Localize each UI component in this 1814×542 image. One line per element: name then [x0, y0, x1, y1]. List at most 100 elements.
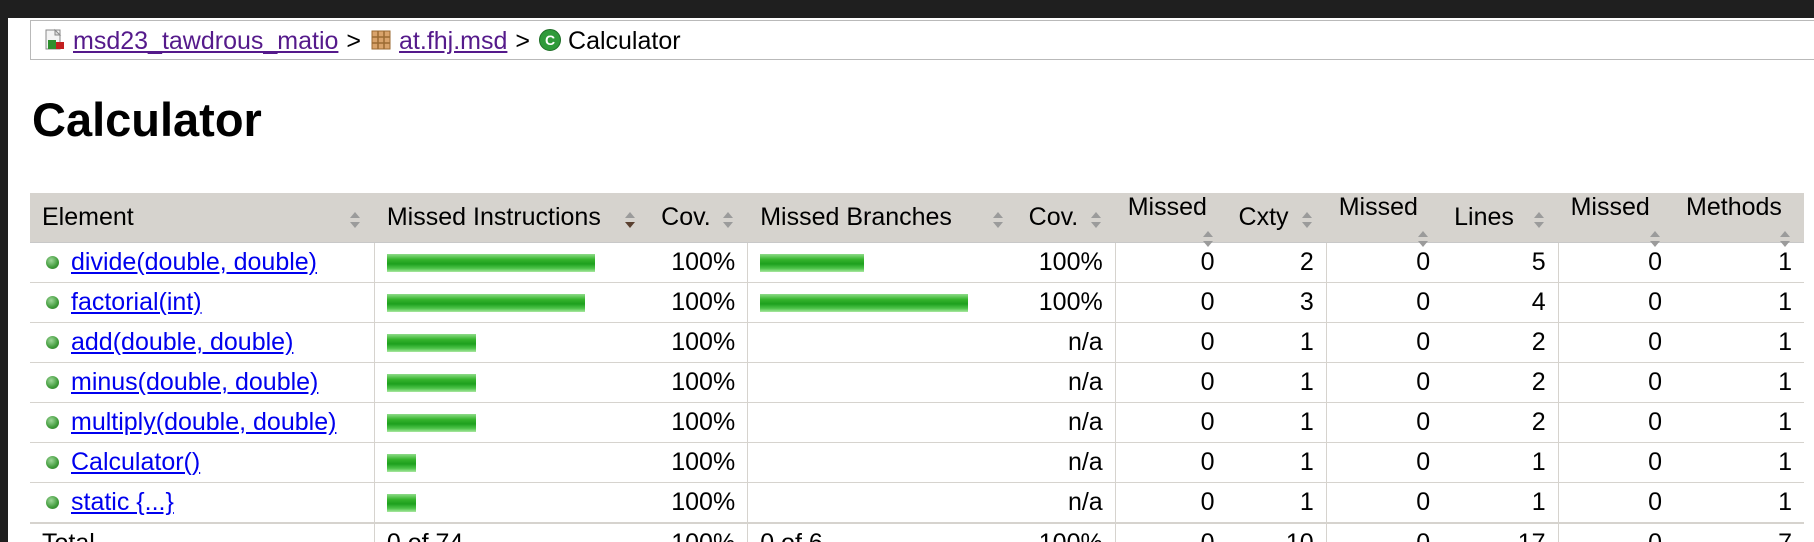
method-covered-icon	[46, 495, 59, 509]
missed-lines: 0	[1325, 362, 1443, 403]
missed-lines: 0	[1325, 402, 1443, 443]
total-branches: 0 of 6	[747, 521, 1017, 542]
method-link[interactable]: minus(double, double)	[71, 368, 318, 396]
method-link[interactable]: factorial(int)	[71, 288, 202, 316]
method-covered-icon	[46, 455, 59, 469]
class-icon: C	[539, 29, 562, 52]
instructions-bar-cell	[373, 482, 650, 523]
lines: 2	[1442, 362, 1559, 403]
missed-methods: 0	[1557, 282, 1675, 323]
column-header-cxty[interactable]: Cxty	[1226, 193, 1327, 243]
element-cell: add(double, double)	[30, 322, 375, 363]
instructions-cov: 100%	[649, 282, 748, 323]
instructions-coverage-bar	[386, 294, 585, 313]
page-title: Calculator	[32, 93, 262, 146]
table-header-row: Element Missed Instructions Cov. Missed …	[30, 193, 1804, 247]
missed-cxty: 0	[1114, 362, 1227, 403]
missed-cxty: 0	[1114, 282, 1227, 323]
instructions-cov: 100%	[649, 402, 748, 443]
methods: 1	[1674, 322, 1804, 363]
missed-cxty: 0	[1114, 482, 1227, 523]
method-covered-icon	[46, 375, 59, 389]
column-header-methods[interactable]: Methods	[1674, 193, 1804, 247]
method-covered-icon	[46, 255, 59, 269]
instructions-coverage-bar	[386, 374, 476, 393]
method-link[interactable]: divide(double, double)	[71, 248, 317, 276]
column-header-element[interactable]: Element	[30, 193, 375, 243]
report-canvas: msd23_tawdrous_matio > at.fhj.msd > C Ca…	[8, 18, 1814, 542]
total-instructions-cov: 100%	[649, 521, 748, 542]
column-header-lines[interactable]: Lines	[1442, 193, 1559, 243]
method-link[interactable]: multiply(double, double)	[71, 408, 336, 436]
cxty: 1	[1226, 402, 1327, 443]
cxty: 1	[1226, 482, 1327, 523]
branches-cov: n/a	[1016, 442, 1116, 483]
lines: 1	[1442, 482, 1559, 523]
cxty: 1	[1226, 442, 1327, 483]
package-icon	[371, 30, 391, 50]
instructions-cov: 100%	[649, 442, 748, 483]
instructions-cov: 100%	[649, 242, 748, 283]
lines: 2	[1442, 402, 1559, 443]
breadcrumb-link-session[interactable]: msd23_tawdrous_matio	[73, 27, 338, 55]
coverage-table: Element Missed Instructions Cov. Missed …	[30, 193, 1804, 542]
coverage-report-page: msd23_tawdrous_matio > at.fhj.msd > C Ca…	[0, 0, 1814, 542]
sort-icon	[1533, 212, 1544, 228]
breadcrumb: msd23_tawdrous_matio > at.fhj.msd > C Ca…	[30, 20, 1814, 60]
sort-icon	[1780, 231, 1790, 247]
total-missed-cxty: 0	[1114, 521, 1227, 542]
sort-icon	[1090, 212, 1101, 228]
instructions-coverage-bar	[386, 254, 595, 273]
branches-cov: n/a	[1016, 402, 1116, 443]
branches-coverage-bar	[760, 294, 969, 313]
cxty: 3	[1226, 282, 1327, 323]
sort-icon	[1301, 212, 1312, 228]
methods: 1	[1674, 402, 1804, 443]
sort-icon	[992, 212, 1003, 228]
instructions-coverage-bar	[386, 334, 476, 353]
column-header-missed-lines[interactable]: Missed	[1325, 193, 1443, 247]
breadcrumb-item-session[interactable]: msd23_tawdrous_matio	[43, 21, 338, 61]
methods: 1	[1674, 442, 1804, 483]
table-row: multiply(double, double) 100% n/a 0 1 0 2 0 1	[30, 402, 1804, 443]
column-header-branches-cov[interactable]: Cov.	[1016, 193, 1116, 243]
instructions-bar-cell	[373, 402, 650, 443]
branches-bar-cell	[747, 322, 1017, 363]
sort-icon	[349, 212, 360, 228]
sort-icon	[723, 212, 734, 228]
total-missed-lines: 0	[1325, 521, 1443, 542]
missed-lines: 0	[1325, 482, 1443, 523]
element-cell: factorial(int)	[30, 282, 375, 323]
instructions-bar-cell	[373, 362, 650, 403]
breadcrumb-link-package[interactable]: at.fhj.msd	[399, 27, 507, 55]
element-cell: static {...}	[30, 482, 375, 523]
breadcrumb-separator: >	[515, 27, 531, 55]
table-row: Calculator() 100% n/a 0 1 0 1 0 1	[30, 442, 1804, 483]
column-header-missed-branches[interactable]: Missed Branches	[747, 193, 1017, 243]
instructions-bar-cell	[373, 442, 650, 483]
missed-lines: 0	[1325, 322, 1443, 363]
column-header-missed-methods[interactable]: Missed	[1557, 193, 1675, 247]
column-header-missed-instructions[interactable]: Missed Instructions	[373, 193, 650, 243]
breadcrumb-separator: >	[346, 27, 362, 55]
instructions-bar-cell	[373, 322, 650, 363]
method-link[interactable]: Calculator()	[71, 448, 200, 476]
method-link[interactable]: add(double, double)	[71, 328, 293, 356]
total-label: Total	[30, 521, 375, 542]
missed-lines: 0	[1325, 282, 1443, 323]
breadcrumb-item-package[interactable]: at.fhj.msd	[369, 21, 507, 61]
method-covered-icon	[46, 295, 59, 309]
missed-cxty: 0	[1114, 322, 1227, 363]
instructions-coverage-bar	[386, 494, 416, 513]
element-cell: divide(double, double)	[30, 242, 375, 283]
sort-down-icon	[625, 212, 636, 228]
column-header-instructions-cov[interactable]: Cov.	[649, 193, 748, 243]
column-header-missed-cxty[interactable]: Missed	[1114, 193, 1227, 247]
total-methods: 7	[1674, 521, 1804, 542]
table-row: divide(double, double) 100% 100% 0 2 0 5 0 1	[30, 242, 1804, 283]
method-link[interactable]: static {...}	[71, 488, 174, 516]
branches-cov: 100%	[1016, 282, 1116, 323]
element-cell: minus(double, double)	[30, 362, 375, 403]
method-covered-icon	[46, 335, 59, 349]
table-row: minus(double, double) 100% n/a 0 1 0 2 0 1	[30, 362, 1804, 403]
